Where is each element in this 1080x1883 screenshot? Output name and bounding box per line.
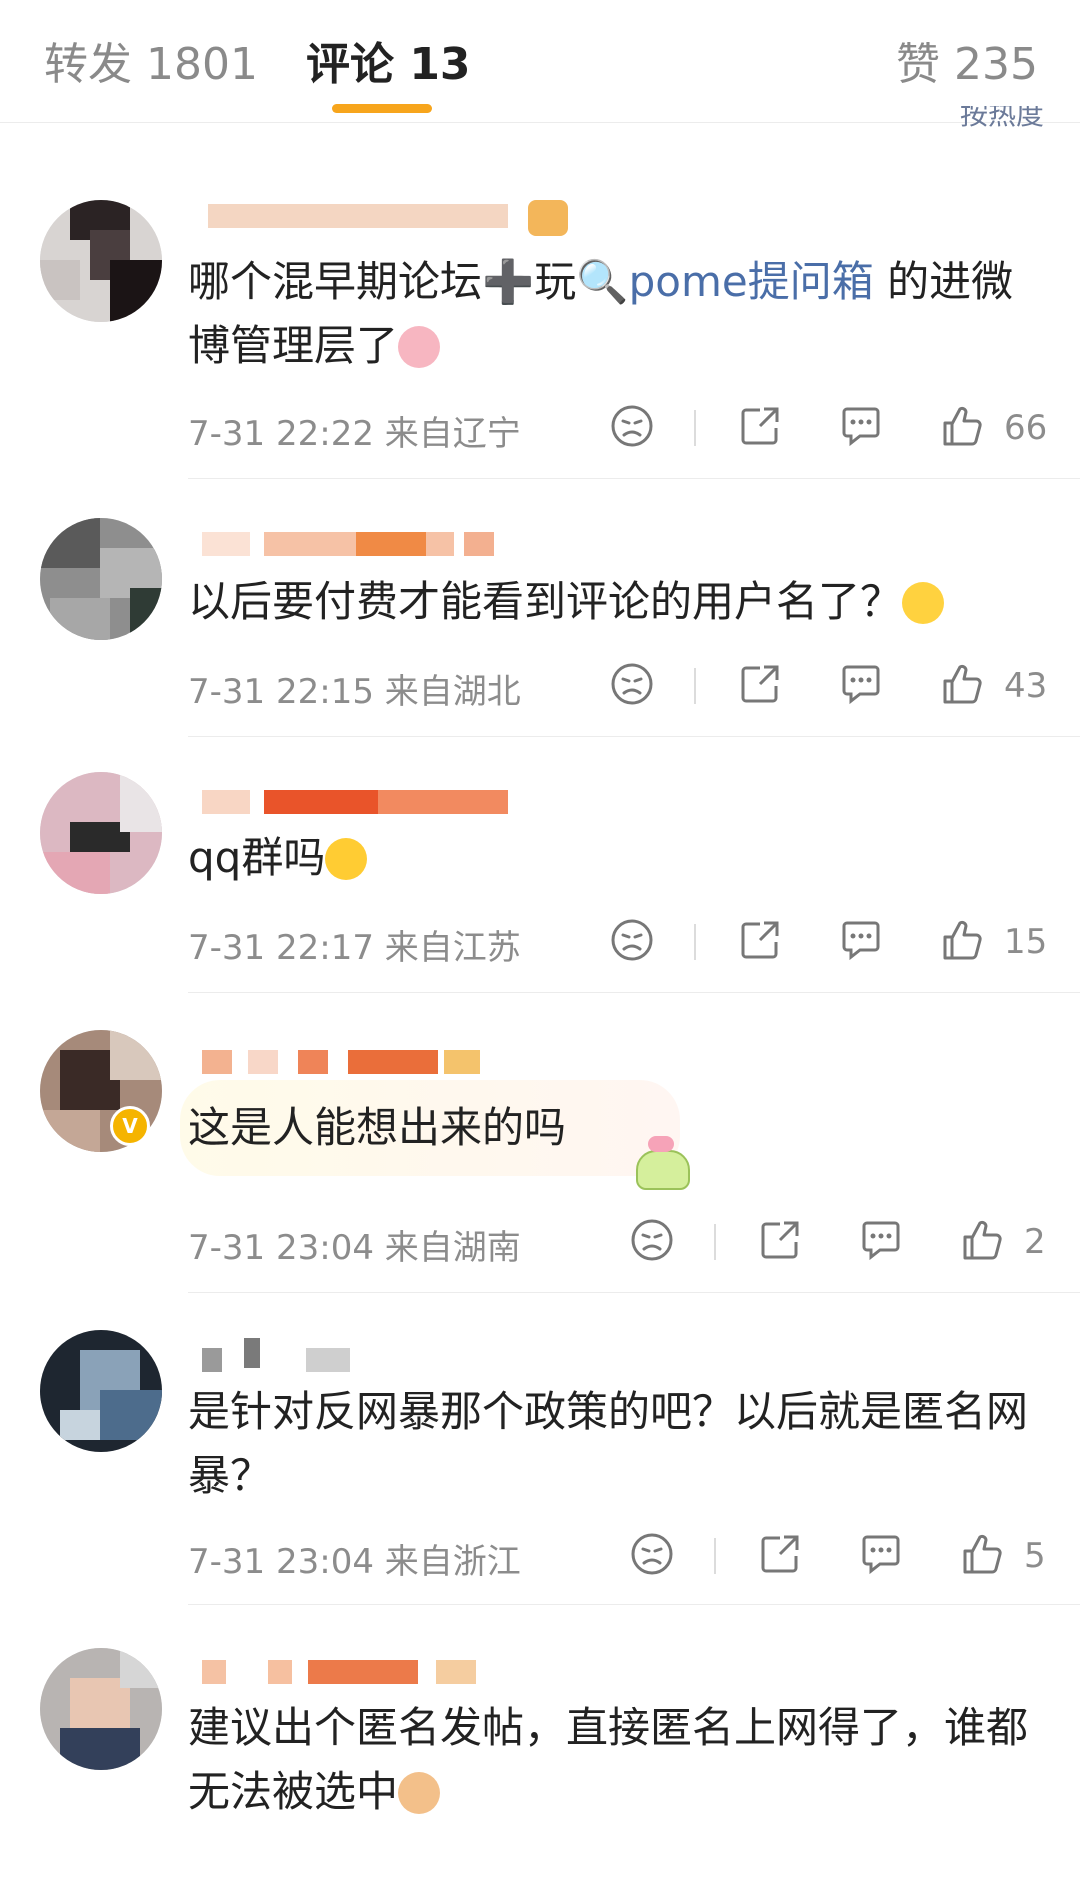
avatar[interactable]	[40, 1648, 162, 1770]
comment-text: qq群吗	[188, 826, 1038, 890]
active-tab-indicator	[332, 104, 432, 113]
dislike-icon[interactable]	[630, 1532, 674, 1582]
like-icon[interactable]	[960, 1532, 1004, 1582]
tab-likes[interactable]: 赞 235	[896, 28, 1038, 92]
divider	[714, 1538, 716, 1574]
dislike-icon[interactable]	[630, 1218, 674, 1268]
share-icon[interactable]	[758, 1532, 802, 1582]
comment-actions: 66	[0, 404, 1080, 454]
divider	[188, 736, 1080, 737]
dislike-icon[interactable]	[610, 404, 654, 454]
divider	[694, 924, 696, 960]
username-redacted[interactable]	[188, 528, 528, 560]
share-icon[interactable]	[738, 404, 782, 454]
reply-icon[interactable]	[838, 662, 884, 712]
username-redacted[interactable]	[188, 1046, 528, 1078]
username-redacted[interactable]	[188, 1338, 528, 1376]
comment-actions: 43	[0, 662, 1080, 712]
reply-icon[interactable]	[838, 918, 884, 968]
reply-icon[interactable]	[838, 404, 884, 454]
divider	[694, 668, 696, 704]
username-redacted[interactable]	[188, 786, 528, 818]
divider	[188, 1292, 1080, 1293]
like-count: 66	[1004, 408, 1048, 448]
tab-bar: 转发 1801 评论 13 赞 235 按热度	[0, 0, 1080, 128]
laughing-crying-face-icon	[902, 582, 945, 624]
sort-toggle[interactable]: 按热度	[960, 106, 1044, 128]
reply-icon[interactable]	[858, 1532, 904, 1582]
comment-text: 这是人能想出来的吗	[188, 1103, 567, 1152]
comment-text: 哪个混早期论坛➕玩🔍pome提问箱 的进微博管理层了	[188, 257, 1014, 370]
comment-actions: 5	[0, 1532, 1080, 1582]
like-icon[interactable]	[940, 918, 984, 968]
like-count: 5	[1024, 1536, 1046, 1576]
reply-icon[interactable]	[858, 1218, 904, 1268]
dislike-icon[interactable]	[610, 918, 654, 968]
like-count: 2	[1024, 1222, 1046, 1262]
comment-actions: 15	[0, 918, 1080, 968]
comment-text: 建议出个匿名发帖，直接匿名上网得了，谁都无法被选中	[188, 1703, 1029, 1816]
avatar[interactable]	[40, 518, 162, 640]
avatar[interactable]	[40, 1330, 162, 1452]
comment-text: 以后要付费才能看到评论的用户名了？	[188, 570, 1038, 634]
comment-actions: 2	[0, 1218, 1080, 1268]
share-icon[interactable]	[738, 918, 782, 968]
like-count: 43	[1004, 666, 1048, 706]
pig-face-icon	[398, 326, 441, 368]
like-icon[interactable]	[960, 1218, 1004, 1268]
pudding-sticker-icon	[630, 1134, 692, 1190]
divider	[188, 1604, 1080, 1605]
divider	[714, 1224, 716, 1260]
username-redacted[interactable]	[188, 1656, 528, 1688]
share-icon[interactable]	[758, 1218, 802, 1268]
divider	[188, 478, 1080, 479]
avatar[interactable]	[40, 200, 162, 322]
dislike-icon[interactable]	[610, 662, 654, 712]
topic-link[interactable]: 🔍pome提问箱	[576, 257, 873, 306]
like-icon[interactable]	[940, 404, 984, 454]
like-count: 15	[1004, 922, 1048, 962]
thinking-face-icon	[325, 838, 368, 880]
avatar[interactable]	[40, 772, 162, 894]
divider	[694, 410, 696, 446]
comment-text: 是针对反网暴那个政策的吧？以后就是匿名网暴？	[188, 1387, 1029, 1500]
username-redacted[interactable]	[188, 200, 568, 236]
verified-badge-icon: V	[110, 1106, 150, 1146]
tab-comments[interactable]: 评论 13	[306, 28, 471, 92]
shiba-face-icon	[398, 1772, 441, 1814]
divider	[188, 992, 1080, 993]
share-icon[interactable]	[738, 662, 782, 712]
like-icon[interactable]	[940, 662, 984, 712]
tab-reposts[interactable]: 转发 1801	[44, 28, 258, 92]
